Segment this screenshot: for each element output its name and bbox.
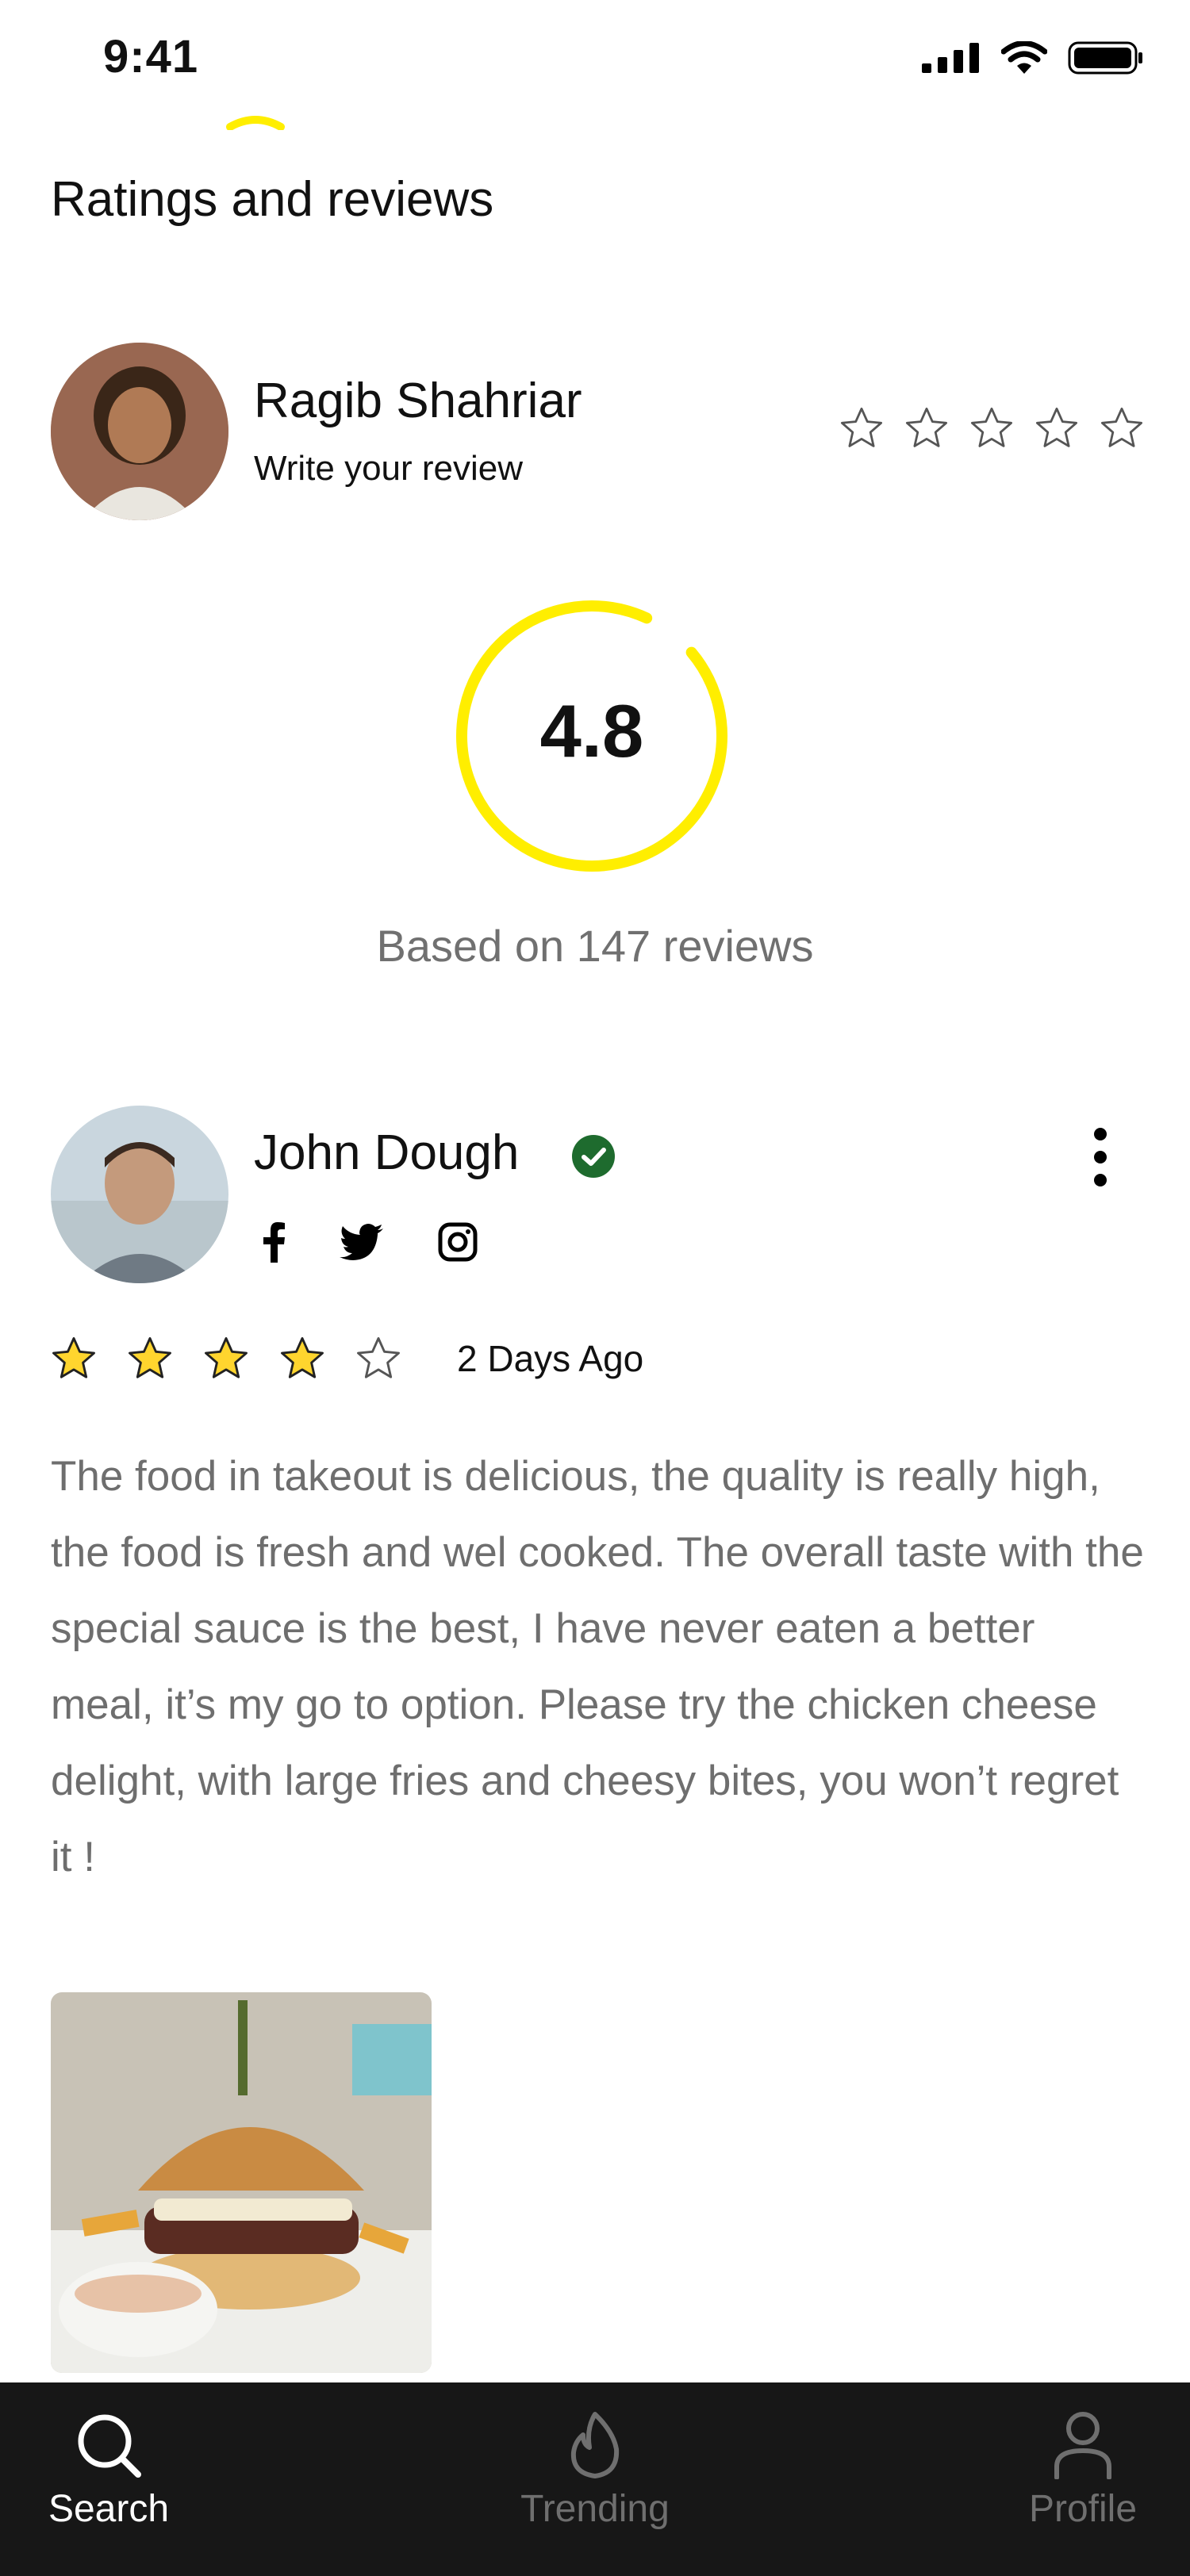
more-options-icon[interactable] <box>1088 1126 1112 1188</box>
cellular-signal-icon <box>922 43 979 73</box>
tab-trending-label: Trending <box>520 2488 670 2530</box>
reviewer-avatar[interactable] <box>51 1106 228 1283</box>
user-star-icon-2[interactable] <box>904 406 949 450</box>
tab-profile-label: Profile <box>1028 2488 1138 2530</box>
wifi-icon <box>1001 41 1047 74</box>
review-photo[interactable] <box>51 1992 432 2373</box>
instagram-icon[interactable] <box>438 1222 478 1262</box>
current-user-avatar[interactable] <box>51 343 228 520</box>
page-title: Ratings and reviews <box>51 172 494 227</box>
search-icon <box>78 2414 141 2478</box>
partial-ring-decoration <box>226 116 285 130</box>
twitter-icon[interactable] <box>340 1224 384 1260</box>
facebook-icon[interactable] <box>262 1221 286 1263</box>
battery-icon <box>1068 41 1142 75</box>
review-star-icon-2 <box>129 1337 171 1378</box>
user-star-icon-1[interactable] <box>839 406 884 450</box>
write-review-link[interactable]: Write your review <box>254 449 523 489</box>
review-date: 2 Days Ago <box>457 1338 644 1379</box>
review-rating-stars <box>51 1336 401 1382</box>
tab-search-label: Search <box>48 2488 170 2530</box>
status-icons <box>922 41 1144 75</box>
tab-trending[interactable]: Trending <box>508 2411 682 2531</box>
bottom-tab-bar: Search Trending Profile <box>0 2382 1190 2576</box>
reviewer-social-links <box>262 1221 478 1263</box>
verified-badge-icon <box>572 1135 615 1178</box>
status-time: 9:41 <box>103 31 199 82</box>
review-star-icon-1 <box>52 1337 95 1378</box>
user-rating-stars[interactable] <box>839 406 1144 450</box>
flame-icon <box>570 2412 620 2478</box>
user-star-icon-4[interactable] <box>1035 406 1079 450</box>
tab-profile[interactable]: Profile <box>1023 2411 1142 2531</box>
review-star-icon-3 <box>205 1337 248 1378</box>
user-star-icon-5[interactable] <box>1100 406 1144 450</box>
review-count-caption: Based on 147 reviews <box>376 921 814 971</box>
average-rating-value: 4.8 <box>539 689 644 772</box>
reviewer-name[interactable]: John Dough <box>254 1125 519 1181</box>
review-star-icon-4 <box>281 1337 324 1378</box>
user-star-icon-3[interactable] <box>969 406 1014 450</box>
tab-search[interactable]: Search <box>48 2411 170 2531</box>
review-star-icon-5 <box>357 1337 400 1378</box>
person-icon <box>1054 2412 1111 2479</box>
review-text: The food in takeout is delicious, the qu… <box>51 1453 1144 1880</box>
current-user-name: Ragib Shahriar <box>254 374 582 428</box>
